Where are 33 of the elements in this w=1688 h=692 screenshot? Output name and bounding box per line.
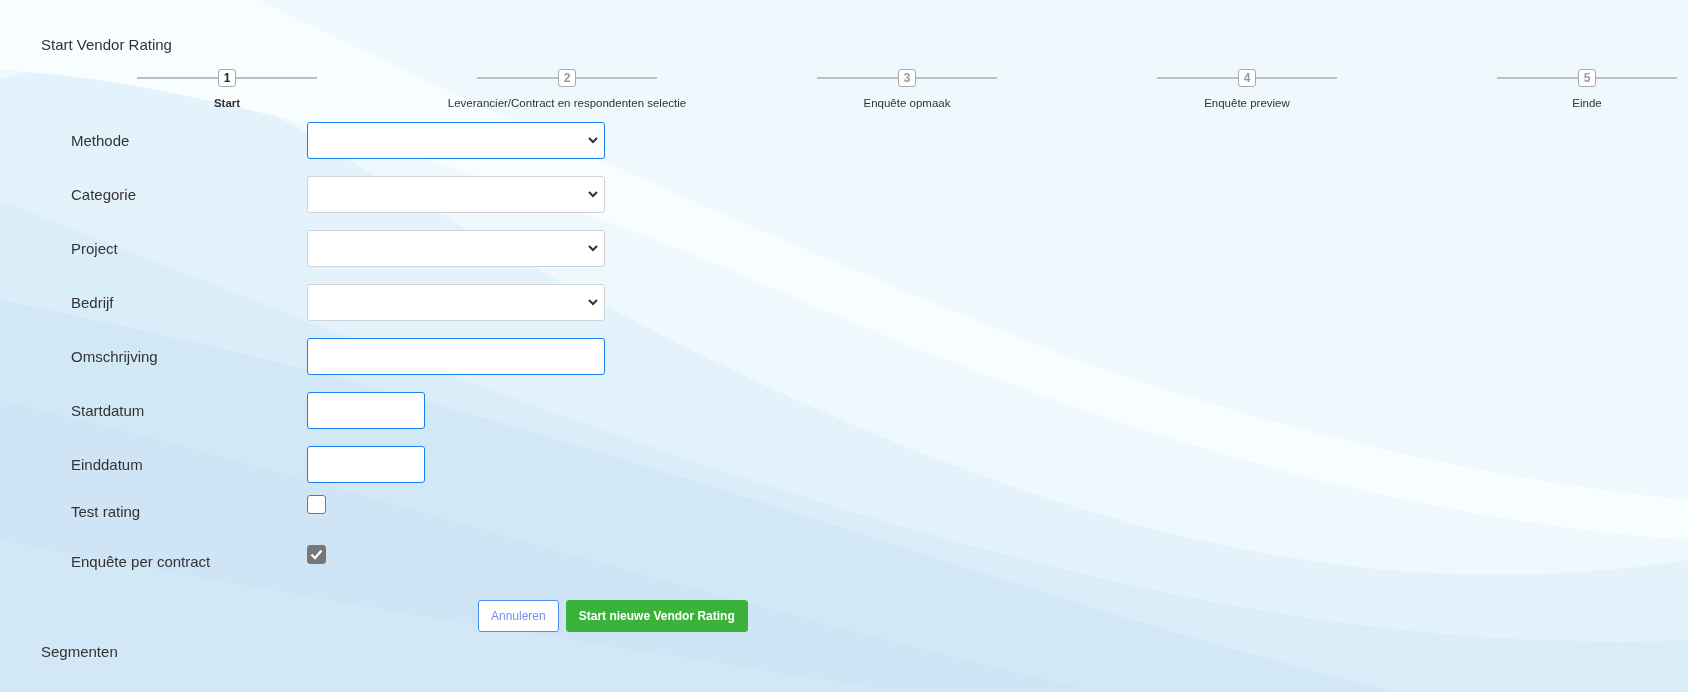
field-label: Enquête per contract [71,552,212,570]
step-number: 3 [898,68,916,87]
chevron-down-icon [588,136,598,144]
chevron-down-icon [588,298,598,306]
start-button[interactable]: Start nieuwe Vendor Rating [565,600,748,632]
step-label: Enquête opmaak [862,96,952,111]
page-title: Start Vendor Rating [41,36,173,53]
field-label: Categorie [71,185,138,203]
step-label: Enquête preview [1203,96,1291,111]
field-label: Test rating [71,502,142,520]
field-label: Omschrijving [71,347,159,365]
checkmark-icon [310,549,323,560]
field-label: Project [71,239,119,257]
checkbox[interactable] [307,495,326,514]
step-number: 2 [558,68,576,87]
checkbox[interactable] [307,545,326,564]
section-heading: Segmenten [41,643,119,660]
select-field[interactable] [307,121,605,159]
chevron-down-icon [588,190,598,198]
field-label: Einddatum [71,455,144,473]
step-number: 4 [1238,68,1256,87]
cancel-button[interactable]: Annuleren [478,600,559,632]
step-label: Leverancier/Contract en respondenten selectie [447,96,687,111]
chevron-down-icon [588,244,598,252]
date-field[interactable] [307,445,425,483]
step-label: Start [212,96,242,111]
field-label: Bedrijf [71,293,115,311]
date-field[interactable] [307,391,425,429]
field-label: Startdatum [71,401,146,419]
step-label: Einde [1571,96,1603,111]
input-field[interactable] [307,337,605,375]
step-number: 5 [1578,68,1596,87]
field-label: Methode [71,131,131,149]
